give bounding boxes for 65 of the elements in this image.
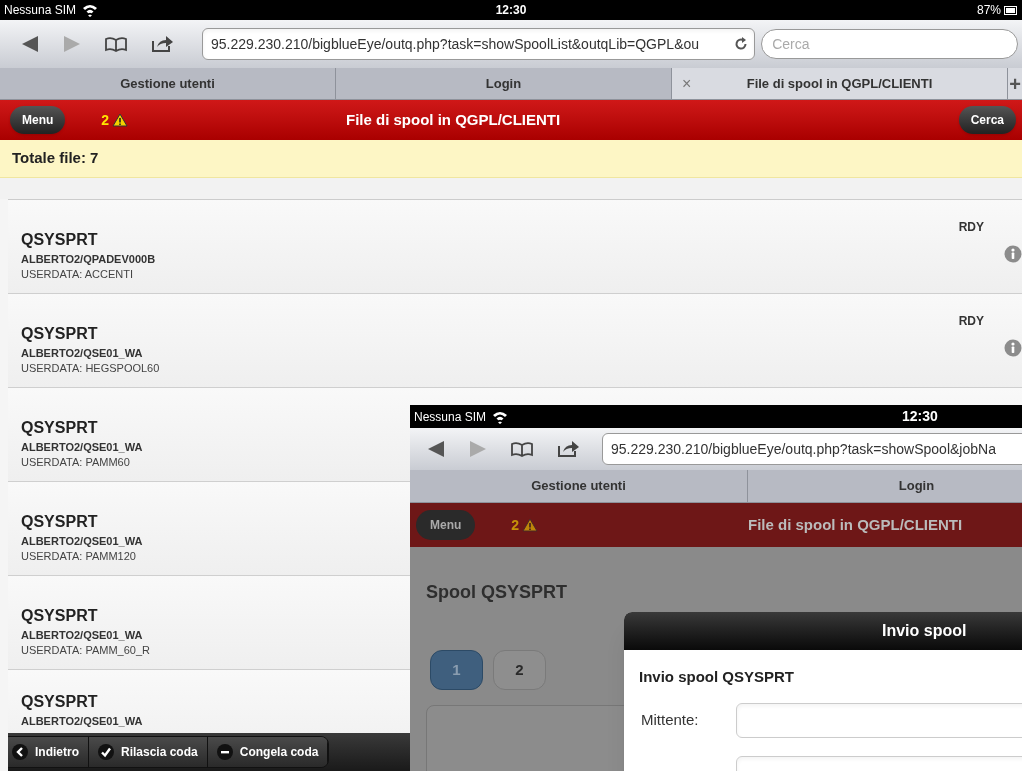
spool-name: QSYSPRT bbox=[21, 512, 98, 532]
page-title: File di spool in QGPL/CLIENTI bbox=[748, 514, 963, 535]
wifi-icon bbox=[82, 3, 99, 17]
clock: 12:30 bbox=[495, 2, 527, 19]
chevron-left-icon bbox=[12, 744, 28, 760]
userdata-label: USERDATA: PAMM_60_R bbox=[21, 643, 150, 658]
warning-icon bbox=[522, 518, 539, 532]
book-icon[interactable] bbox=[510, 441, 534, 457]
job-label: ALBERTO2/QSE01_WA bbox=[21, 628, 143, 643]
share-icon[interactable] bbox=[556, 440, 580, 458]
spool-name: QSYSPRT bbox=[21, 692, 98, 712]
search-field[interactable]: Cerca bbox=[761, 29, 1018, 59]
total-label: Totale file: 7 bbox=[12, 148, 99, 169]
job-label: ALBERTO2/QPADEV000B bbox=[21, 252, 156, 267]
toolbar-button[interactable]: Indietro bbox=[8, 737, 89, 767]
job-label: ALBERTO2/QSE01_WA bbox=[21, 346, 143, 361]
userdata-label: USERDATA: ACCENTI bbox=[21, 267, 134, 282]
info-icon[interactable] bbox=[1004, 339, 1022, 357]
page-button[interactable]: 2 bbox=[493, 650, 546, 690]
spool-name: QSYSPRT bbox=[21, 230, 98, 250]
clock: 12:30 bbox=[902, 407, 938, 426]
spool-row[interactable]: QSYSPRT ALBERTO2/QSE01_WA USERDATA: HEGSPOOL60 RDY bbox=[8, 294, 1022, 388]
book-icon[interactable] bbox=[104, 36, 128, 52]
spool-name: QSYSPRT bbox=[21, 606, 98, 626]
back-icon[interactable] bbox=[426, 439, 446, 459]
dialog-heading: Invio spool QSYSPRT bbox=[639, 667, 796, 687]
reload-icon bbox=[734, 37, 749, 51]
checkmark-icon bbox=[98, 744, 114, 760]
job-label: ALBERTO2/QSE01_WA bbox=[21, 440, 143, 455]
text-field[interactable] bbox=[736, 702, 1022, 738]
warning-icon bbox=[112, 113, 129, 127]
menu-button[interactable]: Menu bbox=[416, 510, 476, 540]
userdata-label: USERDATA: PAMM120 bbox=[21, 549, 136, 564]
spool-name: QSYSPRT bbox=[21, 324, 98, 344]
job-label: ALBERTO2/QSE01_WA bbox=[21, 714, 143, 729]
info-icon[interactable] bbox=[1004, 245, 1022, 263]
menu-button[interactable]: Menu bbox=[10, 106, 66, 134]
toolbar-button[interactable]: Congela coda bbox=[207, 737, 329, 767]
back-icon[interactable] bbox=[20, 34, 40, 54]
minus-icon bbox=[216, 744, 233, 760]
share-icon[interactable] bbox=[150, 35, 174, 53]
address-field[interactable]: 95.229.230.210/bigblueEye/outq.php?task=showSpoolList&outqLib=QGPL&ou bbox=[202, 28, 756, 60]
address-field[interactable]: 95.229.230.210/bigblueEye/outq.php?task=showSpool&jobNa bbox=[602, 433, 1022, 465]
userdata-label: USERDATA: PAMM60 bbox=[21, 455, 130, 470]
search-button[interactable]: Cerca bbox=[958, 106, 1016, 134]
battery-label: 87% bbox=[976, 2, 1001, 19]
status-label: RDY bbox=[958, 313, 984, 330]
dialog-title: Invio spool bbox=[882, 621, 967, 641]
wifi-icon bbox=[492, 409, 509, 424]
field-label: Mittente: bbox=[640, 709, 700, 730]
spool-row[interactable]: QSYSPRT ALBERTO2/QPADEV000B USERDATA: ACCENTI RDY bbox=[8, 200, 1022, 294]
alert-count: 2 bbox=[511, 515, 520, 535]
browser-tab[interactable]: × File di spool in QGPL/CLIENTI bbox=[672, 68, 1008, 99]
status-label: RDY bbox=[958, 219, 984, 236]
alert-count: 2 bbox=[101, 110, 110, 130]
spool-title: Spool QSYSPRT bbox=[426, 581, 567, 604]
userdata-label: USERDATA: HEGSPOOL60 bbox=[21, 361, 160, 376]
carrier-label: Nessuna SIM bbox=[4, 2, 77, 19]
spool-name: QSYSPRT bbox=[21, 418, 98, 438]
page-title: File di spool in QGPL/CLIENTI bbox=[346, 109, 561, 130]
job-label: ALBERTO2/QSE01_WA bbox=[21, 534, 143, 549]
battery-icon bbox=[1004, 5, 1018, 15]
carrier-label: Nessuna SIM bbox=[414, 408, 487, 426]
new-tab-button[interactable]: + bbox=[1008, 68, 1022, 99]
toolbar-button[interactable]: Rilascia coda bbox=[89, 737, 208, 767]
